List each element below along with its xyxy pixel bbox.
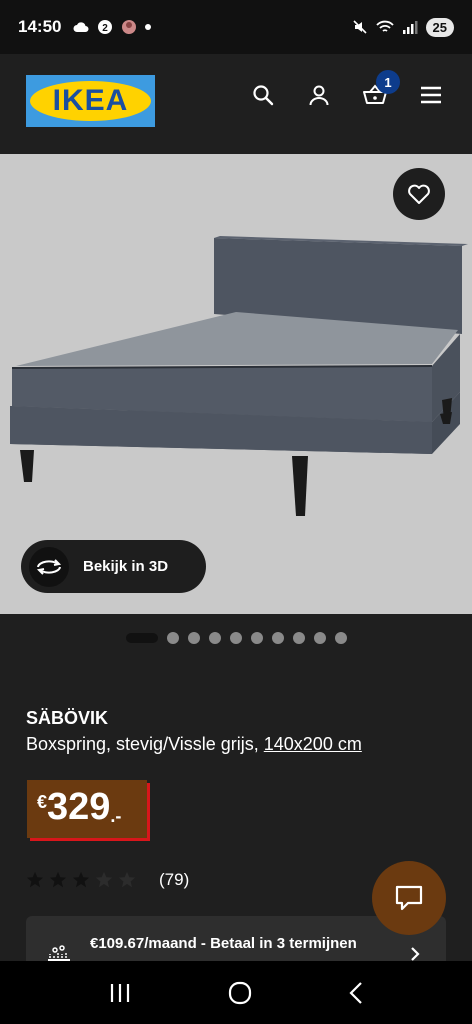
ikea-logo[interactable]: IKEA — [26, 75, 155, 127]
product-image[interactable]: Bekijk in 3D — [0, 154, 472, 614]
battery-indicator: 25 — [425, 17, 454, 37]
logo-text: IKEA — [52, 84, 129, 117]
carousel-dot[interactable] — [250, 632, 263, 644]
star-filled-icon — [49, 871, 67, 888]
carousel-dot[interactable] — [208, 632, 221, 644]
carousel-dot[interactable] — [313, 632, 326, 644]
carousel-dot[interactable] — [334, 632, 347, 644]
product-description: Boxspring, stevig/Vissle grijs, 140x200 … — [26, 734, 362, 755]
price-currency: € — [37, 792, 48, 812]
signal-icon — [402, 21, 418, 34]
rating-stars — [26, 871, 141, 889]
status-time: 14:50 — [18, 17, 62, 36]
chevron-right-icon — [411, 947, 420, 961]
payment-text: €109.67/maand - Betaal in 3 termijnen — [90, 935, 357, 952]
avatar-notification-icon — [122, 20, 137, 34]
menu-icon — [421, 86, 441, 104]
image-carousel-dots — [0, 632, 472, 644]
search-button[interactable] — [250, 82, 276, 108]
size-link[interactable]: 140x200 cm — [264, 734, 362, 754]
app-notification-icon: 2 — [98, 20, 113, 34]
system-icons: 25 — [352, 17, 454, 37]
price-integer: 329 — [47, 786, 111, 828]
star-filled-icon — [26, 871, 44, 888]
system-navigation-bar — [0, 961, 472, 1024]
recent-apps-icon[interactable] — [108, 982, 132, 1004]
price-decimal: .- — [110, 806, 122, 826]
star-empty-icon — [95, 871, 113, 888]
view-in-3d-button[interactable]: Bekijk in 3D — [21, 540, 206, 593]
menu-button[interactable] — [418, 82, 444, 108]
installment-icon — [48, 945, 70, 961]
heart-icon — [408, 184, 430, 204]
back-icon[interactable] — [348, 981, 364, 1005]
user-icon — [309, 85, 329, 106]
cart-count-badge: 1 — [376, 70, 400, 94]
3d-rotate-icon — [29, 546, 69, 587]
account-button[interactable] — [306, 82, 332, 108]
rating[interactable]: (79) — [26, 870, 189, 890]
product-description-text: Boxspring, stevig/Vissle grijs, — [26, 734, 264, 754]
rating-count: (79) — [159, 870, 190, 889]
svg-text:2: 2 — [103, 23, 109, 34]
carousel-dot[interactable] — [166, 632, 179, 644]
notification-icons: 2 — [73, 19, 152, 35]
carousel-dot[interactable] — [187, 632, 200, 644]
home-icon[interactable] — [227, 980, 253, 1006]
carousel-dot[interactable] — [229, 632, 242, 644]
favorite-button[interactable] — [393, 168, 445, 220]
header-actions: 1 — [250, 70, 444, 108]
price-tag: € 329 .- — [27, 780, 147, 838]
chat-button[interactable] — [372, 861, 446, 935]
cloud-icon — [73, 22, 89, 32]
chat-icon — [395, 885, 423, 911]
star-empty-icon — [118, 871, 136, 888]
mute-icon — [352, 20, 367, 34]
more-notifications-dot — [145, 24, 152, 30]
product-name: SÄBÖVIK — [26, 708, 109, 728]
star-filled-icon — [72, 871, 90, 888]
status-bar: 14:50 2 25 — [0, 0, 472, 54]
carousel-dot[interactable] — [125, 633, 158, 643]
carousel-dot[interactable] — [292, 632, 305, 644]
site-header: IKEA 1 — [0, 54, 472, 154]
carousel-dot[interactable] — [271, 632, 284, 644]
cart-button[interactable]: 1 — [362, 70, 400, 108]
search-icon — [253, 85, 274, 106]
wifi-icon — [375, 20, 394, 32]
view-in-3d-label: Bekijk in 3D — [83, 558, 169, 575]
logo-oval: IKEA — [30, 81, 151, 121]
